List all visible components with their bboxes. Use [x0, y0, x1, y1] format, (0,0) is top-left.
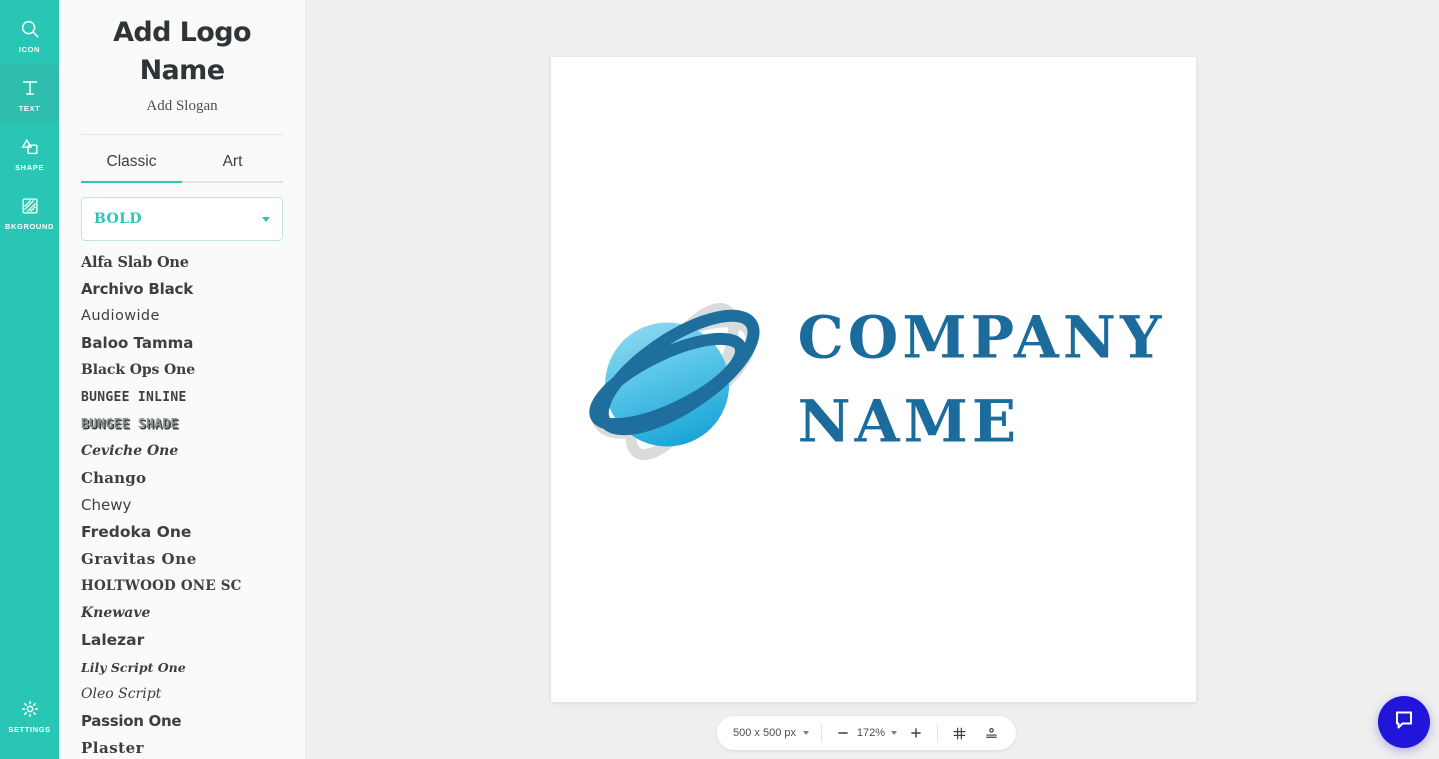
- zoom-in-button[interactable]: [903, 720, 929, 746]
- gear-icon: [20, 697, 40, 721]
- font-list-item[interactable]: BUNGEE INLINE: [81, 384, 305, 411]
- chat-bubble-icon: [1392, 708, 1416, 737]
- font-list-item[interactable]: Audiowide: [81, 303, 305, 330]
- logo-text-line1: COMPANY: [797, 303, 1166, 372]
- font-list-item[interactable]: Ceviche One: [81, 438, 305, 465]
- logo-artwork[interactable]: COMPANY NAME: [582, 277, 1166, 482]
- font-list-item[interactable]: Baloo Tamma: [81, 330, 305, 357]
- sidebar-item-settings-label: SETTINGS: [8, 725, 51, 734]
- zoom-level-value[interactable]: 172%: [856, 727, 886, 739]
- font-list-item[interactable]: Gravitas One: [81, 546, 305, 573]
- logo-name-preview[interactable]: Add Logo Name: [69, 14, 295, 90]
- logo-text-line2: NAME: [797, 387, 1021, 456]
- shape-icon: [19, 135, 41, 159]
- font-list-item[interactable]: Fredoka One: [81, 519, 305, 546]
- canvas-toolbar: 500 x 500 px 172%: [717, 716, 1016, 750]
- text-t-icon: [19, 76, 41, 100]
- font-list-item[interactable]: Oleo Script: [81, 681, 305, 708]
- font-list-item[interactable]: BUNGEE SHADE: [81, 411, 305, 438]
- font-list-item[interactable]: Chewy: [81, 492, 305, 519]
- sidebar-item-shape-label: SHAPE: [15, 163, 44, 172]
- font-style-value: BOLD: [94, 211, 142, 227]
- font-list-item[interactable]: Plaster: [81, 735, 305, 759]
- sidebar-item-bkground-label: BKGROUND: [5, 222, 54, 231]
- tab-art[interactable]: Art: [182, 147, 283, 181]
- font-list-item[interactable]: HOLTWOOD ONE SC: [81, 573, 305, 600]
- font-list-item[interactable]: Alfa Slab One: [81, 249, 305, 276]
- left-rail: ICON TEXT SHAPE BKGROUND SETTINGS: [0, 0, 59, 759]
- sidebar-item-settings[interactable]: SETTINGS: [0, 686, 59, 745]
- tabs-underline: [81, 181, 283, 183]
- chat-widget-button[interactable]: [1378, 696, 1430, 748]
- search-icon: [19, 17, 41, 41]
- sidebar-item-text[interactable]: TEXT: [0, 65, 59, 124]
- tab-classic[interactable]: Classic: [81, 147, 182, 181]
- font-list-item[interactable]: Lily Script One: [81, 654, 305, 681]
- sidebar-item-shape[interactable]: SHAPE: [0, 124, 59, 183]
- sidebar-item-text-label: TEXT: [18, 104, 41, 113]
- sidebar-item-icon-label: ICON: [18, 45, 41, 54]
- canvas-size-select[interactable]: 500 x 500 px: [721, 716, 821, 750]
- logo-canvas[interactable]: COMPANY NAME: [551, 57, 1196, 702]
- font-list-item[interactable]: Archivo Black: [81, 276, 305, 303]
- font-list-item[interactable]: Chango: [81, 465, 305, 492]
- font-list-item[interactable]: Lalezar: [81, 627, 305, 654]
- chevron-down-icon[interactable]: [891, 731, 897, 735]
- font-list-item[interactable]: Passion One: [81, 708, 305, 735]
- logo-text[interactable]: COMPANY NAME: [798, 296, 1166, 464]
- text-panel: Add Logo Name Add Slogan Classic Art BOL…: [59, 0, 306, 759]
- globe-orbit-icon: [582, 277, 770, 482]
- sidebar-item-icon[interactable]: ICON: [0, 6, 59, 65]
- panel-tabs: Classic Art: [81, 135, 283, 181]
- tab-active-indicator: [81, 181, 182, 183]
- align-center-icon[interactable]: [978, 720, 1004, 746]
- background-stripes-icon: [19, 194, 41, 218]
- zoom-out-button[interactable]: [830, 720, 856, 746]
- font-list-item[interactable]: Knewave: [81, 600, 305, 627]
- view-toggles: [938, 716, 1012, 750]
- stage: COMPANY NAME 500 x 500 px 172%: [306, 0, 1439, 759]
- canvas-size-value: 500 x 500 px: [733, 727, 796, 739]
- font-list[interactable]: Alfa Slab One Archivo Black Audiowide Baloo…: [59, 249, 305, 759]
- font-list-item[interactable]: Black Ops One: [81, 357, 305, 384]
- sidebar-item-bkground[interactable]: BKGROUND: [0, 183, 59, 242]
- chevron-down-icon: [803, 731, 809, 735]
- chevron-down-icon: [262, 216, 270, 222]
- zoom-controls: 172%: [822, 716, 937, 750]
- font-style-select[interactable]: BOLD: [81, 197, 283, 241]
- logo-slogan-preview[interactable]: Add Slogan: [69, 96, 295, 116]
- app-root: ICON TEXT SHAPE BKGROUND SETTINGS Add Lo…: [0, 0, 1439, 759]
- grid-icon[interactable]: [946, 720, 972, 746]
- panel-header: Add Logo Name Add Slogan: [59, 0, 305, 116]
